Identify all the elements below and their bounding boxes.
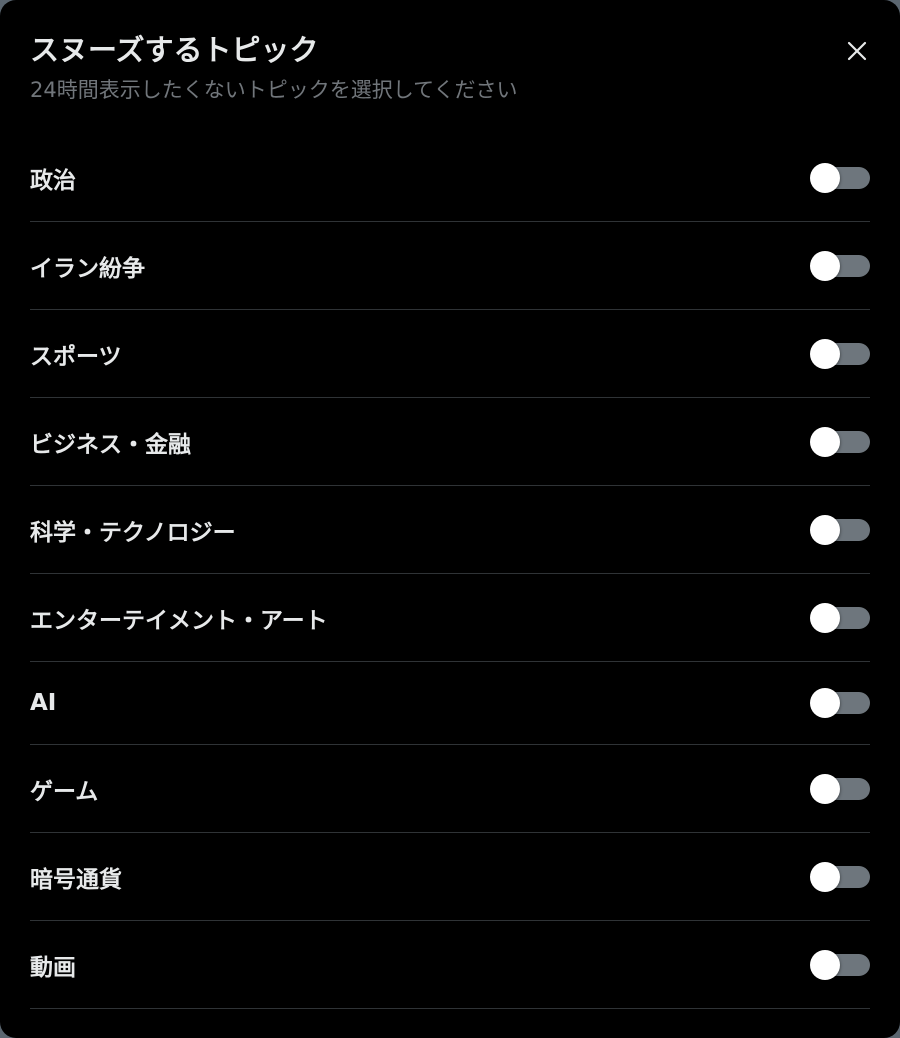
- dialog-title: スヌーズするトピック: [30, 33, 319, 67]
- close-icon: [847, 41, 867, 61]
- topic-toggle-video[interactable]: [810, 949, 870, 981]
- topic-row-sports: スポーツ: [30, 310, 870, 398]
- toggle-knob: [810, 426, 840, 457]
- topic-toggle-politics[interactable]: [810, 162, 870, 194]
- close-button[interactable]: [842, 36, 872, 66]
- topic-label: 科学・テクノロジー: [30, 519, 236, 546]
- topic-toggle-entertainment-arts[interactable]: [810, 602, 870, 634]
- topic-label: ゲーム: [30, 778, 99, 805]
- topic-label: AI: [30, 690, 57, 716]
- topic-label: ビジネス・金融: [30, 431, 191, 458]
- toggle-knob: [810, 773, 840, 804]
- toggle-knob: [810, 338, 840, 369]
- topic-toggle-sports[interactable]: [810, 338, 870, 370]
- toggle-knob: [810, 250, 840, 281]
- topic-row-business-finance: ビジネス・金融: [30, 398, 870, 486]
- topic-row-entertainment-arts: エンターテイメント・アート: [30, 574, 870, 662]
- topic-label: 政治: [30, 167, 76, 194]
- topic-toggle-business-finance[interactable]: [810, 426, 870, 458]
- toggle-knob: [810, 162, 840, 193]
- topic-list: 政治 イラン紛争 スポーツ ビジネス・金融 科学・テクノロジー エンターテイメン…: [30, 134, 870, 1009]
- dialog-header: スヌーズするトピック 24時間表示したくないトピックを選択してください: [30, 0, 870, 134]
- topic-row-science-technology: 科学・テクノロジー: [30, 486, 870, 574]
- toggle-knob: [810, 514, 840, 545]
- toggle-knob: [810, 949, 840, 980]
- topic-row-gaming: ゲーム: [30, 745, 870, 833]
- topic-label: エンターテイメント・アート: [30, 607, 328, 634]
- snooze-topics-dialog: スヌーズするトピック 24時間表示したくないトピックを選択してください 政治 イ…: [0, 0, 900, 1038]
- topic-label: スポーツ: [30, 343, 122, 370]
- topic-row-video: 動画: [30, 921, 870, 1009]
- topic-label: 動画: [30, 954, 76, 981]
- toggle-knob: [810, 688, 840, 718]
- topic-toggle-iran-conflict[interactable]: [810, 250, 870, 282]
- topic-row-iran-conflict: イラン紛争: [30, 222, 870, 310]
- topic-toggle-science-technology[interactable]: [810, 514, 870, 546]
- topic-label: イラン紛争: [30, 255, 145, 282]
- dialog-subtitle: 24時間表示したくないトピックを選択してください: [30, 78, 518, 102]
- toggle-knob: [810, 861, 840, 892]
- topic-toggle-ai[interactable]: [810, 687, 870, 719]
- topic-toggle-crypto[interactable]: [810, 861, 870, 893]
- topic-row-ai: AI: [30, 662, 870, 745]
- toggle-knob: [810, 602, 840, 633]
- topic-row-politics: 政治: [30, 134, 870, 222]
- topic-label: 暗号通貨: [30, 866, 122, 893]
- topic-toggle-gaming[interactable]: [810, 773, 870, 805]
- topic-row-crypto: 暗号通貨: [30, 833, 870, 921]
